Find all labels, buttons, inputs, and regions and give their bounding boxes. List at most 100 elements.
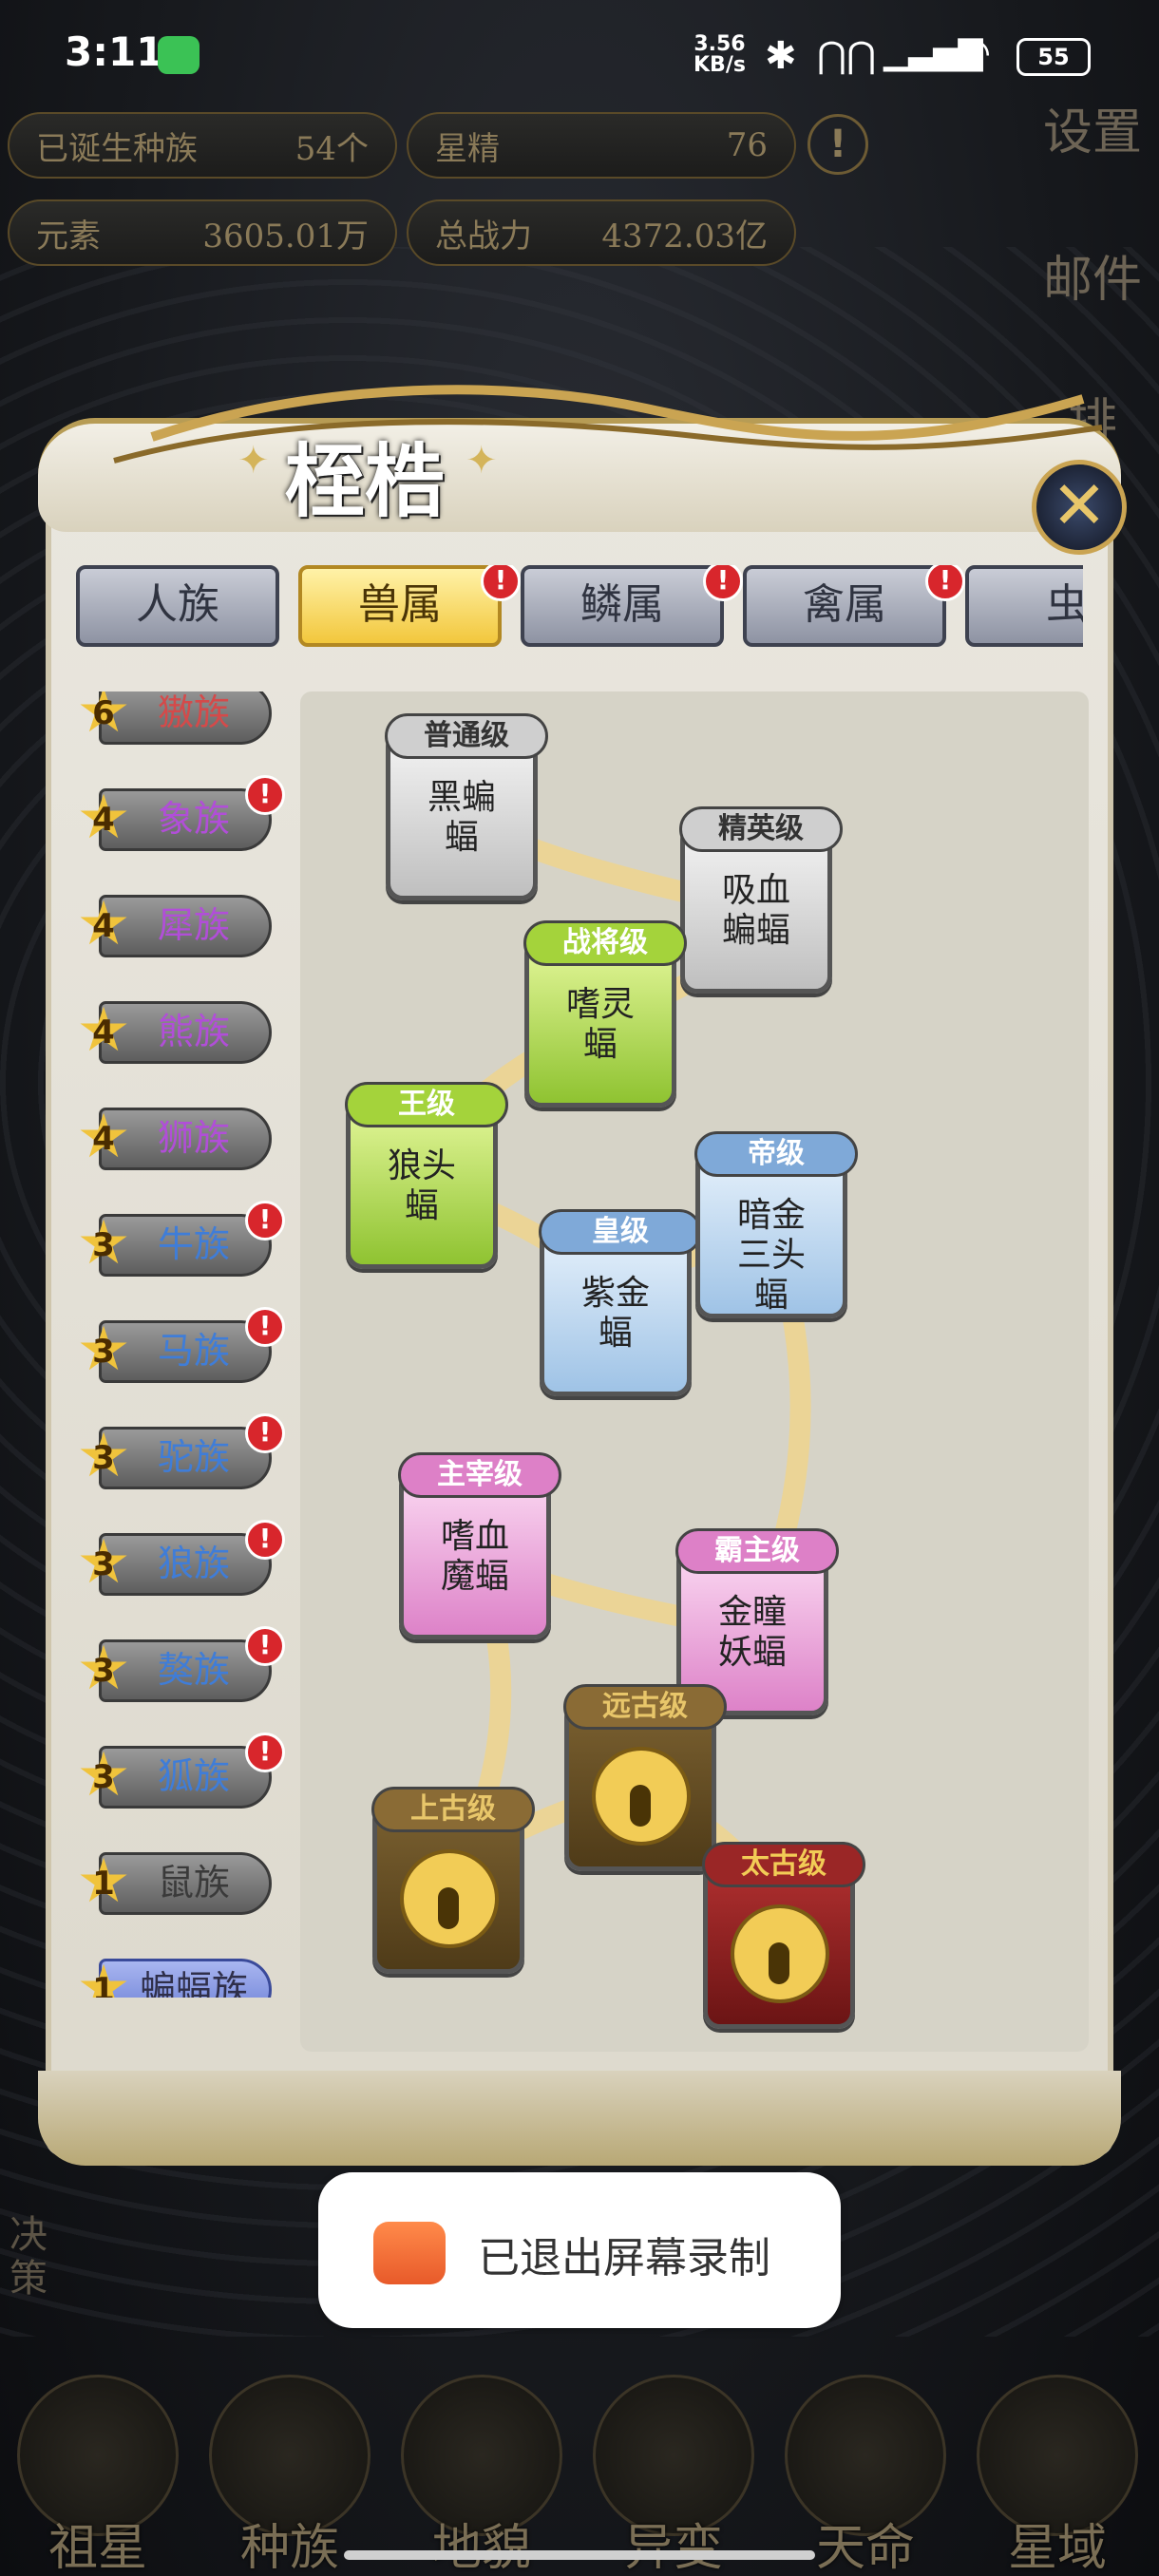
- settings-button[interactable]: 设置: [1036, 104, 1150, 161]
- nav-item-race[interactable]: 种族: [200, 2365, 380, 2576]
- title-ribbon: [113, 385, 1103, 464]
- race-star-count: 6: [92, 694, 115, 732]
- alert-badge-icon: !: [245, 1520, 285, 1560]
- race-name: 狮族: [157, 1117, 230, 1159]
- panel-scroll-bottom: [38, 2071, 1121, 2166]
- evolution-creature-name: 嗜灵蝠: [565, 985, 635, 1064]
- race-item[interactable]: 犀族 ★ 4: [74, 887, 276, 965]
- evolution-card[interactable]: 王级 狼头蝠: [345, 1082, 508, 1269]
- race-star-count: 3: [92, 1333, 115, 1371]
- tab-4[interactable]: 虫: [965, 565, 1083, 647]
- race-item[interactable]: 狐族 ★ 3!: [74, 1733, 285, 1816]
- mail-button[interactable]: 邮件: [1036, 252, 1150, 309]
- born-races-label: 已诞生种族: [36, 129, 198, 168]
- evolution-card[interactable]: 帝级 暗金 三头蝠: [694, 1131, 858, 1318]
- race-name: 蝙蝠族: [139, 1968, 248, 1998]
- race-star-count: 4: [92, 1120, 115, 1158]
- network-speed-value: 3.56: [694, 32, 746, 56]
- alert-badge-icon: !: [245, 1733, 285, 1772]
- evolution-card[interactable]: 远古级: [563, 1684, 727, 1871]
- evolution-tier-label: 皇级: [539, 1209, 702, 1255]
- evolution-card[interactable]: 战将级嗜灵蝠: [523, 920, 687, 1108]
- race-star-count: 3: [92, 1652, 115, 1690]
- evolution-creature-name: 嗜血 魔蝠: [440, 1517, 509, 1596]
- evolution-tier-label: 精英级: [679, 806, 843, 852]
- evolution-creature-name: 黑蝙蝠: [427, 778, 496, 857]
- evolution-tier-label: 主宰级: [398, 1452, 561, 1498]
- race-item[interactable]: 狼族 ★ 3!: [74, 1520, 285, 1603]
- evolution-tier-label: 上古级: [371, 1787, 535, 1832]
- race-name: 狼族: [157, 1543, 230, 1584]
- tab-label: 鳞属: [580, 580, 664, 629]
- evolution-card[interactable]: 上古级: [371, 1787, 535, 1974]
- evolution-card[interactable]: 太古级: [702, 1842, 865, 2029]
- race-item[interactable]: 蝙蝠族 ★ 1: [74, 1951, 276, 1998]
- tab-label: 禽属: [803, 580, 886, 629]
- race-item[interactable]: 象族 ★ 4!: [74, 775, 285, 859]
- elements-value: 3605.01万: [202, 217, 369, 256]
- race-star-count: 1: [92, 1865, 115, 1903]
- nav-item-destiny[interactable]: 天命: [775, 2365, 956, 2576]
- battery-indicator: 55: [1016, 38, 1091, 76]
- race-list[interactable]: 獓族 ★ 6 象族 ★ 4! 犀族 ★ 4 熊族 ★ 4 狮族 ★ 4 牛族 ★ 3! 马族 ★ 3! 驼族 ★ 3! 狼族 ★ 3…: [66, 691, 285, 1998]
- race-item[interactable]: 狮族 ★ 4: [74, 1100, 276, 1178]
- race-item[interactable]: 獓族 ★ 6: [74, 691, 276, 752]
- alert-badge-icon: !: [481, 565, 521, 601]
- wifi-icon: ◠: [955, 28, 992, 77]
- star-essence-stat: 星精 76: [407, 112, 796, 179]
- evolution-tier-label: 远古级: [563, 1684, 727, 1730]
- race-name: 獒族: [157, 1649, 230, 1691]
- panel-title: 桎梏: [285, 434, 446, 528]
- alert-icon[interactable]: !: [808, 114, 868, 175]
- evolution-tier-label: 战将级: [523, 920, 687, 966]
- nav-item-planet[interactable]: 祖星: [8, 2365, 188, 2576]
- race-name: 马族: [157, 1330, 230, 1372]
- decision-button[interactable]: 决策: [0, 2213, 57, 2301]
- nav-item-terrain[interactable]: 地貌: [391, 2365, 572, 2576]
- status-time: 3:11: [65, 28, 164, 75]
- race-item[interactable]: 马族 ★ 3!: [74, 1307, 285, 1391]
- evolution-card[interactable]: 普通级黑蝙蝠: [385, 713, 548, 900]
- close-button[interactable]: ✕: [1032, 460, 1127, 555]
- category-tabs: 人族 兽属! 鳞属! 禽属! 虫: [76, 565, 1083, 651]
- tab-1[interactable]: 兽属: [298, 565, 502, 647]
- toast-text: 已退出屏幕录制: [478, 2234, 770, 2282]
- race-name: 熊族: [157, 1011, 230, 1052]
- alert-badge-icon: !: [245, 1626, 285, 1666]
- tab-0[interactable]: 人族: [76, 565, 279, 647]
- evolution-card[interactable]: 皇级 紫金蝠: [539, 1209, 702, 1396]
- network-speed: 3.56 KB/s: [694, 34, 746, 76]
- evolution-card[interactable]: 主宰级嗜血 魔蝠: [398, 1452, 561, 1639]
- elements-label: 元素: [36, 217, 101, 256]
- star-essence-label: 星精: [435, 129, 500, 168]
- alert-badge-icon: !: [245, 775, 285, 815]
- tab-3[interactable]: 禽属: [743, 565, 946, 647]
- race-name: 獓族: [157, 691, 230, 733]
- nav-label: 种族: [239, 2520, 339, 2576]
- alert-badge-icon: !: [245, 1307, 285, 1347]
- nav-item-star-domain[interactable]: 星域: [967, 2365, 1148, 2576]
- lock-keyhole: [630, 1785, 651, 1827]
- race-name: 驼族: [157, 1436, 230, 1478]
- race-item[interactable]: 獒族 ★ 3!: [74, 1626, 285, 1710]
- total-power-value: 4372.03亿: [601, 217, 768, 256]
- total-power-label: 总战力: [435, 217, 532, 256]
- nav-item-mutation[interactable]: 异变: [583, 2365, 764, 2576]
- home-indicator[interactable]: [344, 2550, 815, 2560]
- evolution-card[interactable]: 精英级 吸血 蝙蝠: [679, 806, 843, 994]
- race-name: 犀族: [157, 904, 230, 946]
- tab-2[interactable]: 鳞属: [521, 565, 724, 647]
- evolution-tier-label: 普通级: [385, 713, 548, 759]
- alert-badge-icon: !: [703, 565, 743, 601]
- total-power-stat: 总战力 4372.03亿: [407, 199, 796, 266]
- race-item[interactable]: 熊族 ★ 4: [74, 994, 276, 1071]
- race-star-count: 4: [92, 907, 115, 945]
- nav-label: 地貌: [431, 2520, 531, 2576]
- race-item[interactable]: 牛族 ★ 3!: [74, 1201, 285, 1284]
- alert-badge-icon: !: [925, 565, 965, 601]
- race-item[interactable]: 驼族 ★ 3!: [74, 1413, 285, 1497]
- bluetooth-icon: ✱: [765, 34, 797, 78]
- race-star-count: 3: [92, 1439, 115, 1477]
- race-item[interactable]: 鼠族 ★ 1: [74, 1845, 276, 1923]
- screen-record-toast: 已退出屏幕录制: [318, 2172, 841, 2328]
